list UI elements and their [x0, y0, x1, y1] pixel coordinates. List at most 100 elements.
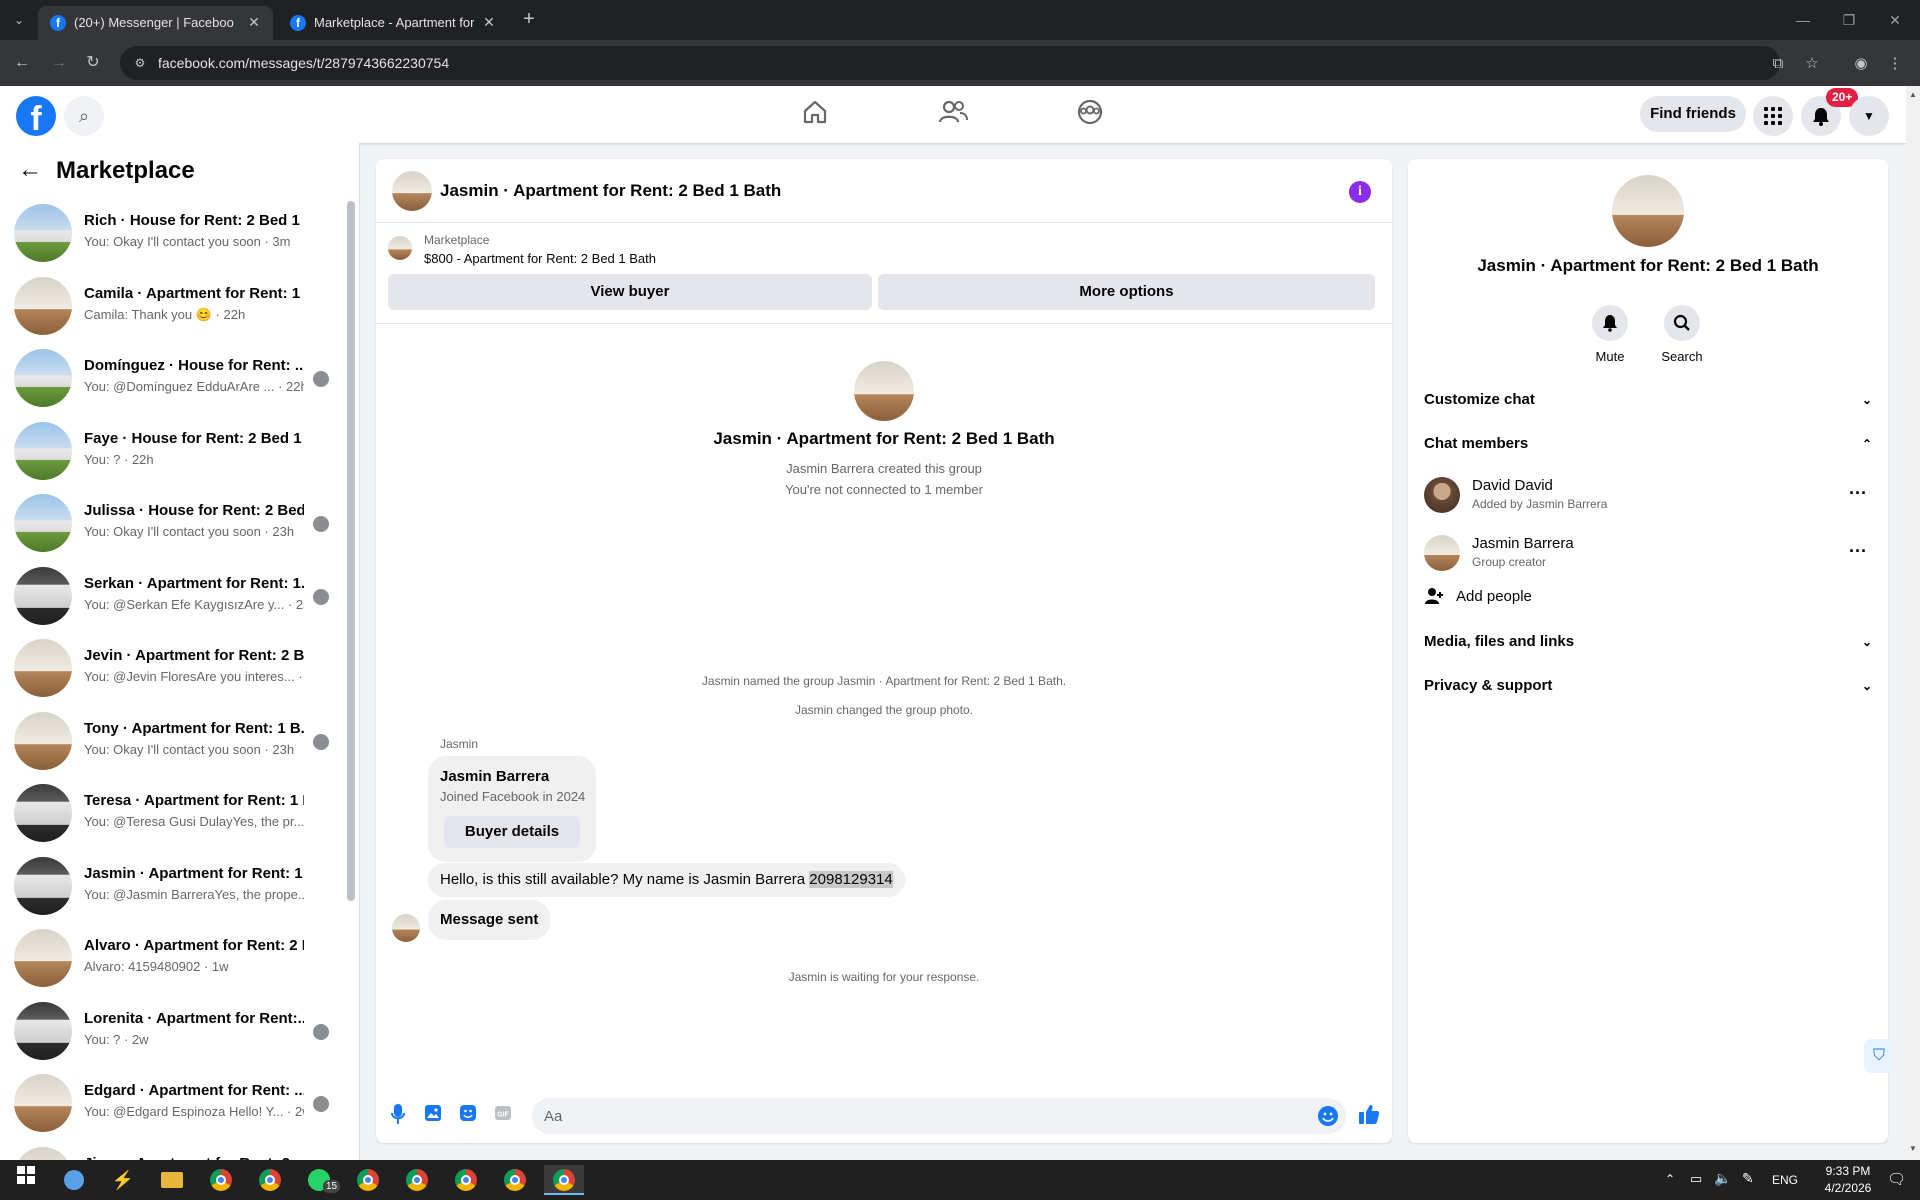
search-action[interactable]: Search: [1652, 305, 1712, 364]
conversation-thumbnail[interactable]: [14, 929, 72, 987]
message-bubble[interactable]: Hello, is this still available? My name …: [428, 863, 905, 897]
close-tab-icon[interactable]: ✕: [480, 13, 498, 31]
conversation-scrollbar[interactable]: [347, 193, 355, 1153]
microphone-icon[interactable]: [387, 1104, 409, 1126]
browser-tab-messenger[interactable]: f (20+) Messenger | Facebook ✕: [38, 6, 273, 40]
language-indicator[interactable]: ENG: [1772, 1173, 1798, 1187]
conversation-item[interactable]: Serkan · Apartment for Rent: 1... You: @S…: [0, 561, 340, 633]
chrome-icon-active[interactable]: [544, 1165, 584, 1195]
conversation-item[interactable]: Jimm · Apartment for Rent: 2 ...: [0, 1141, 340, 1160]
volume-icon[interactable]: 🔈: [1714, 1170, 1731, 1187]
folder-app-icon[interactable]: [152, 1165, 192, 1195]
search-icon[interactable]: ⌕: [64, 96, 104, 136]
account-chevron-icon[interactable]: ▼: [1849, 96, 1889, 136]
conversation-item[interactable]: Domínguez · House for Rent: ... You: @Dom…: [0, 343, 340, 415]
shield-app-icon[interactable]: [54, 1165, 94, 1195]
sticker-icon[interactable]: [457, 1104, 479, 1126]
conversation-thumbnail[interactable]: [14, 566, 72, 625]
bookmark-star-icon[interactable]: ☆: [1802, 54, 1822, 74]
customize-chat-section[interactable]: Customize chat ⌄: [1424, 391, 1872, 415]
conversation-item[interactable]: Camila · Apartment for Rent: 1 B... Camil…: [0, 271, 340, 343]
chrome-icon[interactable]: [495, 1165, 535, 1195]
gif-icon[interactable]: GIF: [492, 1104, 514, 1126]
scrollbar-thumb[interactable]: [347, 201, 355, 901]
close-tab-icon[interactable]: ✕: [245, 13, 263, 31]
tab-search-icon[interactable]: ⌄: [8, 9, 30, 31]
minimize-window-icon[interactable]: —: [1780, 8, 1826, 32]
info-icon[interactable]: i: [1349, 181, 1371, 203]
conversation-thumbnail[interactable]: [14, 1146, 72, 1160]
conversation-item[interactable]: Lorenita · Apartment for Rent:... You: ? …: [0, 996, 340, 1068]
conversation-item[interactable]: Teresa · Apartment for Rent: 1 B... You: …: [0, 778, 340, 850]
mute-action[interactable]: Mute: [1580, 305, 1640, 364]
view-buyer-button[interactable]: View buyer: [388, 274, 872, 310]
more-options-icon[interactable]: ···: [1844, 481, 1872, 509]
message-sent-bubble[interactable]: Message sent: [428, 900, 551, 940]
clock-date[interactable]: 4/2/2026: [1818, 1181, 1878, 1195]
conversation-item[interactable]: Alvaro · Apartment for Rent: 2 B... Alvar…: [0, 923, 340, 995]
conversation-thumbnail[interactable]: [14, 856, 72, 915]
menu-grid-icon[interactable]: [1753, 96, 1793, 136]
chat-title[interactable]: Jasmin · Apartment for Rent: 2 Bed 1 Bat…: [440, 181, 781, 201]
conversation-item[interactable]: Julissa · House for Rent: 2 Bed... You: O…: [0, 488, 340, 560]
more-options-icon[interactable]: ···: [1844, 539, 1872, 567]
install-app-icon[interactable]: ⧉: [1768, 54, 1788, 74]
page-scrollbar[interactable]: ▲ ▼: [1906, 86, 1920, 1160]
conversation-thumbnail[interactable]: [14, 784, 72, 842]
privacy-support-section[interactable]: Privacy & support ⌄: [1424, 677, 1872, 701]
whatsapp-icon[interactable]: 15: [299, 1165, 341, 1195]
reload-icon[interactable]: ↻: [82, 52, 104, 74]
find-friends-button[interactable]: Find friends: [1640, 96, 1746, 132]
conversation-thumbnail[interactable]: [14, 494, 72, 552]
listing-title[interactable]: $800 - Apartment for Rent: 2 Bed 1 Bath: [424, 251, 656, 266]
photo-icon[interactable]: [422, 1104, 444, 1126]
conversation-item[interactable]: Jevin · Apartment for Rent: 2 Be... You: …: [0, 633, 340, 705]
chrome-icon[interactable]: [348, 1165, 388, 1195]
conversation-item[interactable]: Edgard · Apartment for Rent: ... You: @Ed…: [0, 1068, 340, 1140]
conversation-thumbnail[interactable]: [14, 711, 72, 770]
group-avatar-large[interactable]: [1612, 175, 1684, 247]
site-info-icon[interactable]: ⚙: [132, 55, 148, 71]
thumbs-up-icon[interactable]: [1358, 1103, 1380, 1125]
search-icon[interactable]: [1664, 305, 1700, 341]
network-icon[interactable]: ▭: [1690, 1171, 1702, 1187]
conversation-thumbnail[interactable]: [14, 349, 72, 407]
add-people-button[interactable]: Add people: [1424, 584, 1872, 612]
conversation-item[interactable]: Tony · Apartment for Rent: 1 B... You: Ok…: [0, 706, 340, 778]
member-avatar[interactable]: [1424, 535, 1460, 571]
browser-tab-marketplace[interactable]: f Marketplace - Apartment for Re ✕: [278, 6, 508, 40]
address-bar[interactable]: ⚙ facebook.com/messages/t/28797436622307…: [120, 46, 1780, 80]
browser-menu-icon[interactable]: ⋮: [1885, 54, 1905, 74]
member-row[interactable]: David David Added by Jasmin Barrera ···: [1424, 473, 1872, 517]
emoji-icon[interactable]: [1318, 1106, 1338, 1126]
new-tab-button[interactable]: +: [518, 9, 540, 31]
media-files-section[interactable]: Media, files and links ⌄: [1424, 633, 1872, 657]
chat-members-section[interactable]: Chat members ⌃: [1424, 435, 1872, 459]
facebook-logo[interactable]: f: [16, 96, 56, 136]
home-icon[interactable]: [795, 98, 835, 132]
bolt-app-icon[interactable]: ⚡: [103, 1165, 143, 1195]
show-hidden-icons-icon[interactable]: ⌃: [1665, 1172, 1675, 1186]
conversation-item[interactable]: Jasmin · Apartment for Rent: 1 B... You: …: [0, 851, 340, 923]
member-row[interactable]: Jasmin Barrera Group creator ···: [1424, 531, 1872, 575]
groups-icon[interactable]: [1070, 98, 1110, 132]
chrome-icon[interactable]: [397, 1165, 437, 1195]
friends-icon[interactable]: [933, 98, 973, 132]
more-options-button[interactable]: More options: [878, 274, 1375, 310]
conversation-item[interactable]: Faye · House for Rent: 2 Bed 1 B... You: …: [0, 416, 340, 488]
conversation-thumbnail[interactable]: [14, 421, 72, 480]
member-avatar[interactable]: [1424, 477, 1460, 513]
chrome-icon[interactable]: [250, 1165, 290, 1195]
conversation-thumbnail[interactable]: [14, 276, 72, 335]
sender-avatar[interactable]: [392, 914, 420, 942]
conversation-item[interactable]: Rich · House for Rent: 2 Bed 1 Ba... You:…: [0, 198, 340, 270]
conversation-thumbnail[interactable]: [14, 639, 72, 697]
group-avatar[interactable]: [392, 171, 432, 211]
back-icon[interactable]: ←: [11, 52, 33, 74]
buyer-details-button[interactable]: Buyer details: [444, 816, 580, 848]
restore-window-icon[interactable]: ❐: [1826, 8, 1872, 32]
forward-icon[interactable]: →: [48, 52, 70, 74]
close-window-icon[interactable]: ✕: [1872, 8, 1918, 32]
chrome-icon[interactable]: [446, 1165, 486, 1195]
conversation-thumbnail[interactable]: [14, 1001, 72, 1060]
